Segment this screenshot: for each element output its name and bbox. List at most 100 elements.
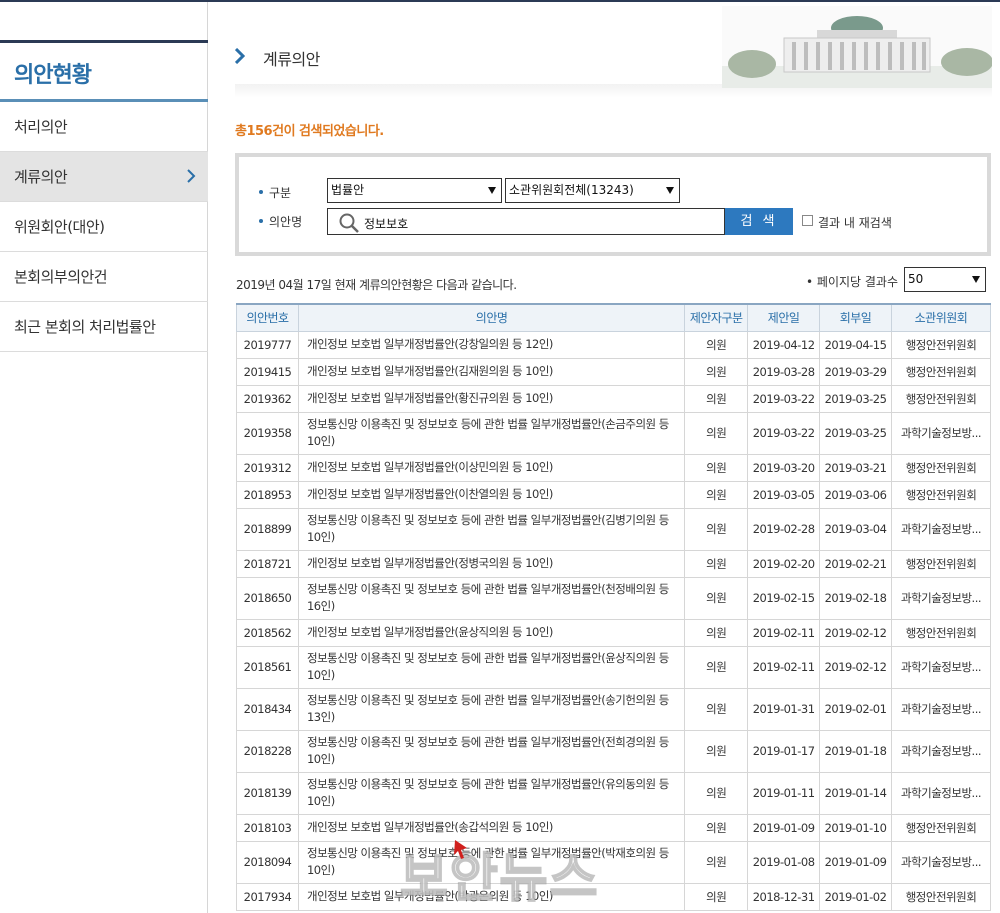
bill-no-cell: 2018721: [236, 549, 299, 578]
proposed-date-cell: 2019-02-11: [747, 618, 821, 647]
col-header-bill-no[interactable]: 의안번호: [236, 303, 299, 332]
sidebar-title: 의안현황: [14, 63, 92, 88]
sidebar-item-label: 처리의안: [14, 118, 68, 136]
proposer-cell: 의원: [684, 813, 749, 842]
table-row: 2018139 정보통신망 이용촉진 및 정보보호 등에 관한 법률 일부개정법률…: [236, 771, 991, 815]
bill-no-cell: 2018650: [236, 576, 299, 620]
proposed-date-cell: 2019-02-28: [747, 507, 821, 551]
bill-name-link[interactable]: 정보통신망 이용촉진 및 정보보호 등에 관한 법률 일부개정법률안(김병기의원…: [297, 507, 686, 551]
table-row: 2018103 개인정보 보호법 일부개정법률안(송갑석의원 등 10인) 의원 20…: [236, 813, 991, 842]
search-input[interactable]: 정보보호: [327, 208, 725, 235]
sidebar-item-committee-bills[interactable]: 위원회안(대안): [0, 202, 208, 252]
proposer-cell: 의원: [684, 576, 749, 620]
bill-name-link[interactable]: 정보통신망 이용촉진 및 정보보호 등에 관한 법률 일부개정법률안(전희경의원…: [297, 729, 686, 773]
bill-name-link[interactable]: 정보통신망 이용촉진 및 정보보호 등에 관한 법률 일부개정법률안(유의동의원…: [297, 771, 686, 815]
bill-name-link[interactable]: 개인정보 보호법 일부개정법률안(김재원의원 등 10인): [297, 357, 686, 386]
sidebar-item-recent-laws[interactable]: 최근 본회의 처리법률안: [0, 302, 208, 352]
bill-no-cell: 2018561: [236, 645, 299, 689]
committee-cell: 행정안전위원회: [891, 618, 991, 647]
dropdown-caret-icon: [972, 276, 980, 283]
page-banner: 계류의안: [235, 2, 992, 98]
committee-cell: 행정안전위원회: [891, 813, 991, 842]
bill-no-cell: 2018434: [236, 687, 299, 731]
bill-name-link[interactable]: 개인정보 보호법 일부개정법률안(정병국의원 등 10인): [297, 549, 686, 578]
bill-no-cell: 2018953: [236, 480, 299, 509]
proposed-date-cell: 2019-01-17: [747, 729, 821, 773]
referred-date-cell: 2019-03-04: [819, 507, 892, 551]
bill-name-link[interactable]: 정보통신망 이용촉진 및 정보보호 등에 관한 법률 일부개정법률안(윤상직의원…: [297, 645, 686, 689]
table-row: 2018953 개인정보 보호법 일부개정법률안(이찬열의원 등 10인) 의원 20…: [236, 480, 991, 509]
committee-cell: 행정안전위원회: [891, 480, 991, 509]
sidebar-item-label: 위원회안(대안): [14, 218, 105, 236]
chevron-right-icon: [187, 169, 196, 183]
committee-cell: 행정안전위원회: [891, 384, 991, 413]
committee-cell: 과학기술정보방...: [891, 411, 991, 455]
proposed-date-cell: 2019-03-22: [747, 384, 821, 413]
committee-cell: 행정안전위원회: [891, 330, 991, 359]
dropdown-caret-icon: [666, 187, 674, 194]
table-row: 2018094 정보통신망 이용촉진 및 정보보호 등에 관한 법률 일부개정법률…: [236, 840, 991, 884]
search-query: 정보보호: [364, 217, 409, 231]
dropdown-caret-icon: [488, 187, 496, 194]
sidebar-item-label: 계류의안: [14, 168, 68, 186]
proposer-cell: 의원: [684, 357, 749, 386]
col-header-proposed-date[interactable]: 제안일: [747, 303, 821, 332]
bill-type-select[interactable]: 법률안: [327, 178, 502, 203]
bill-name-link[interactable]: 개인정보 보호법 일부개정법률안(윤상직의원 등 10인): [297, 618, 686, 647]
table-row: 2018721 개인정보 보호법 일부개정법률안(정병국의원 등 10인) 의원 20…: [236, 549, 991, 578]
proposed-date-cell: 2019-01-11: [747, 771, 821, 815]
search-within-label: 결과 내 재검색: [818, 216, 892, 230]
table-header-row: 의안번호 의안명 제안자구분 제안일 회부일 소관위원회: [236, 303, 991, 332]
bill-name-link[interactable]: 개인정보 보호법 일부개정법률안(이상민의원 등 10인): [297, 453, 686, 482]
proposer-cell: 의원: [684, 384, 749, 413]
proposed-date-cell: 2019-01-09: [747, 813, 821, 842]
proposed-date-cell: 2019-01-31: [747, 687, 821, 731]
committee-cell: 과학기술정보방...: [891, 687, 991, 731]
col-header-bill-name[interactable]: 의안명: [297, 303, 686, 332]
referred-date-cell: 2019-03-29: [819, 357, 892, 386]
sidebar-item-label: 본회의부의안건: [14, 268, 108, 286]
table-row: 2018434 정보통신망 이용촉진 및 정보보호 등에 관한 법률 일부개정법률…: [236, 687, 991, 731]
proposed-date-cell: 2019-04-12: [747, 330, 821, 359]
referred-date-cell: 2019-01-02: [819, 882, 892, 911]
proposed-date-cell: 2019-03-20: [747, 453, 821, 482]
search-button[interactable]: 검 색: [725, 208, 793, 235]
sidebar-item-pending[interactable]: 계류의안: [0, 152, 208, 202]
sidebar-item-label: 최근 본회의 처리법률안: [14, 318, 156, 336]
bill-name-link[interactable]: 정보통신망 이용촉진 및 정보보호 등에 관한 법률 일부개정법률안(송기헌의원…: [297, 687, 686, 731]
referred-date-cell: 2019-04-15: [819, 330, 892, 359]
sidebar-item-plenary-agenda[interactable]: 본회의부의안건: [0, 252, 208, 302]
sidebar: 의안현황 처리의안 계류의안 위원회안(대안) 본회의부의안건 최근 본회의 처…: [0, 2, 208, 913]
sidebar-item-processed[interactable]: 처리의안: [0, 102, 208, 152]
search-within-checkbox[interactable]: [802, 215, 813, 226]
referred-date-cell: 2019-01-10: [819, 813, 892, 842]
bill-name-link[interactable]: 개인정보 보호법 일부개정법률안(이찬열의원 등 10인): [297, 480, 686, 509]
proposed-date-cell: 2018-12-31: [747, 882, 821, 911]
referred-date-cell: 2019-02-18: [819, 576, 892, 620]
proposed-date-cell: 2019-03-22: [747, 411, 821, 455]
referred-date-cell: 2019-01-14: [819, 771, 892, 815]
bill-no-cell: 2019415: [236, 357, 299, 386]
col-header-referred-date[interactable]: 회부일: [819, 303, 892, 332]
referred-date-cell: 2019-02-01: [819, 687, 892, 731]
bill-name-link[interactable]: 정보통신망 이용촉진 및 정보보호 등에 관한 법률 일부개정법률안(손금주의원…: [297, 411, 686, 455]
search-panel: 구분 법률안 소관위원회전체(13243) 의안명 정보보호 검 색 결과 내 …: [235, 153, 991, 256]
table-row: 2019312 개인정보 보호법 일부개정법률안(이상민의원 등 10인) 의원 20…: [236, 453, 991, 482]
proposed-date-cell: 2019-03-28: [747, 357, 821, 386]
bill-name-link[interactable]: 정보통신망 이용촉진 및 정보보호 등에 관한 법률 일부개정법률안(천정배의원…: [297, 576, 686, 620]
committee-cell: 과학기술정보방...: [891, 576, 991, 620]
watermark-mark-icon: [454, 840, 467, 859]
bill-table: 의안번호 의안명 제안자구분 제안일 회부일 소관위원회 2019777 개인정보…: [236, 303, 991, 911]
bill-name-link[interactable]: 개인정보 보호법 일부개정법률안(강창일의원 등 12인): [297, 330, 686, 359]
perpage-select[interactable]: 50: [904, 267, 986, 292]
proposer-cell: 의원: [684, 618, 749, 647]
col-header-proposer[interactable]: 제안자구분: [684, 303, 749, 332]
table-row: 2018561 정보통신망 이용촉진 및 정보보호 등에 관한 법률 일부개정법률…: [236, 645, 991, 689]
col-header-committee[interactable]: 소관위원회: [891, 303, 991, 332]
proposer-cell: 의원: [684, 507, 749, 551]
bill-name-link[interactable]: 개인정보 보호법 일부개정법률안(황진규의원 등 10인): [297, 384, 686, 413]
date-info: 2019년 04월 17일 현재 계류의안현황은 다음과 같습니다.: [236, 278, 517, 292]
bill-no-cell: 2018228: [236, 729, 299, 773]
committee-select[interactable]: 소관위원회전체(13243): [505, 178, 680, 203]
bill-no-cell: 2018103: [236, 813, 299, 842]
